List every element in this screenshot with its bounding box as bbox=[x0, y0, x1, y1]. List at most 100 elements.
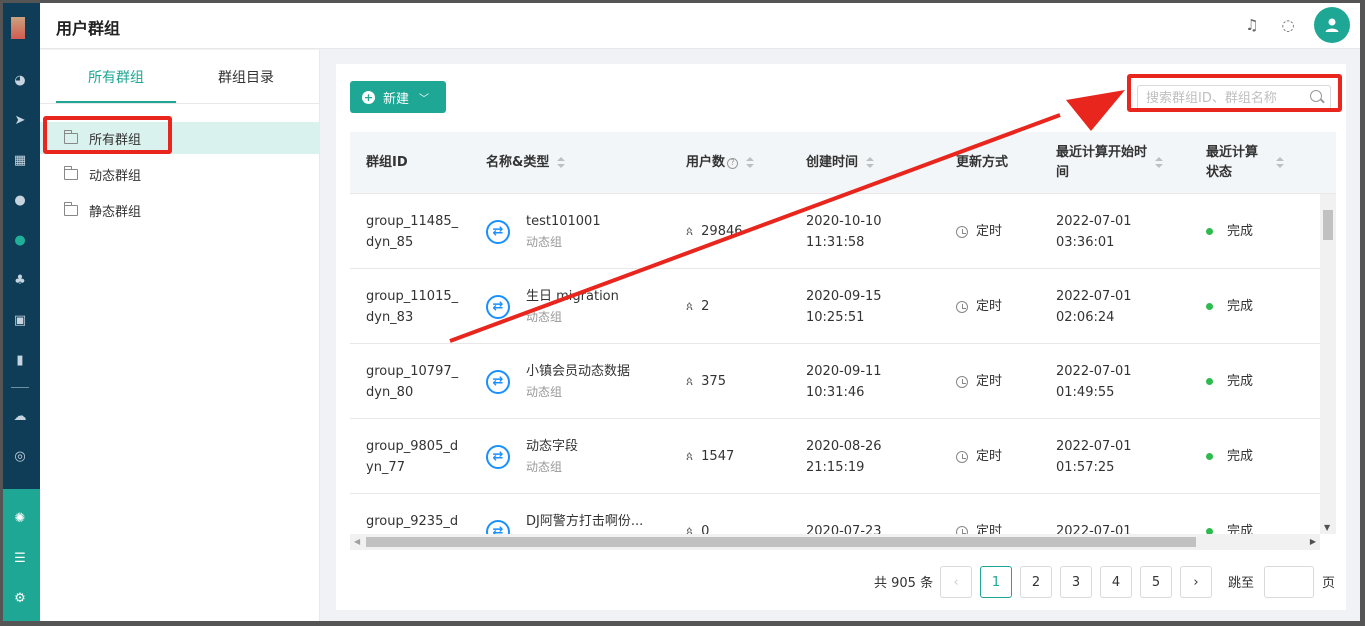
new-button-label: 新建 bbox=[383, 91, 410, 107]
cell-name-type[interactable]: test101001 动态组 bbox=[486, 194, 601, 269]
page-2-button[interactable]: 2 bbox=[1020, 566, 1052, 598]
cell-group-id: group_11015_ dyn_83 bbox=[366, 288, 459, 325]
page-4-button[interactable]: 4 bbox=[1100, 566, 1132, 598]
cell-status: 完成 bbox=[1206, 344, 1253, 419]
col-header-user-count[interactable]: 用户数 ? bbox=[686, 132, 755, 194]
sort-icon[interactable] bbox=[557, 157, 566, 169]
users-icon: ጰ bbox=[686, 224, 694, 238]
cluster-icon[interactable]: ♣ bbox=[11, 271, 29, 289]
tree-item-label: 动态群组 bbox=[89, 168, 142, 184]
clock-icon bbox=[956, 225, 968, 238]
page-title: 用户群组 bbox=[56, 19, 121, 38]
group-name[interactable]: 生日 migration bbox=[526, 287, 619, 307]
col-header-update-mode[interactable]: 更新方式 bbox=[956, 132, 1008, 194]
server-icon[interactable]: ☰ bbox=[11, 549, 29, 567]
bookmark-icon[interactable]: ▣ bbox=[11, 311, 29, 329]
page-5-button[interactable]: 5 bbox=[1140, 566, 1172, 598]
plus-icon: + bbox=[362, 90, 375, 104]
cell-group-id: group_9805_d yn_77 bbox=[366, 438, 459, 475]
new-group-button[interactable]: + 新建 ﹀ bbox=[350, 81, 446, 113]
status-value: 完成 bbox=[1227, 299, 1254, 314]
folder-icon bbox=[64, 165, 78, 180]
group-name[interactable]: DJ阿警方打击啊份... bbox=[526, 512, 643, 532]
scroll-right-icon[interactable]: ▶ bbox=[1310, 537, 1316, 546]
target-icon[interactable]: ◎ bbox=[11, 447, 29, 465]
top-header: 用户群组 ♫ ◌ bbox=[40, 3, 1360, 49]
users-icon: ጰ bbox=[686, 449, 694, 463]
tab-group-directory[interactable]: 群组目录 bbox=[186, 50, 306, 104]
cell-name-type[interactable]: 生日 migration 动态组 bbox=[486, 269, 619, 344]
col-header-group-id[interactable]: 群组ID bbox=[366, 132, 408, 194]
avatar[interactable] bbox=[1314, 7, 1350, 43]
page-suffix: 页 bbox=[1322, 576, 1336, 591]
dynamic-sync-icon bbox=[486, 219, 510, 244]
bar-chart-icon[interactable]: ▮ bbox=[11, 351, 29, 369]
dashboard-icon[interactable]: ◕ bbox=[11, 71, 29, 89]
page-jump-field[interactable] bbox=[1264, 566, 1314, 598]
status-value: 完成 bbox=[1227, 224, 1254, 239]
cell-group-id: group_10797_ dyn_80 bbox=[366, 363, 459, 400]
col-header-last-calc-status[interactable]: 最近计算 状态 bbox=[1206, 132, 1296, 194]
scroll-down-icon[interactable]: ▼ bbox=[1324, 523, 1330, 532]
tab-all-groups[interactable]: 所有群组 bbox=[56, 50, 176, 104]
table-row[interactable]: group_11015_ dyn_83 生日 migration 动态组 ጰ 2… bbox=[350, 269, 1320, 344]
cell-status: 完成 bbox=[1206, 194, 1253, 269]
horizontal-scrollbar[interactable]: ◀ ▶ bbox=[350, 534, 1320, 550]
cell-name-type[interactable]: 动态字段 动态组 bbox=[486, 419, 578, 494]
tree-item-label: 静态群组 bbox=[89, 204, 142, 220]
tree-item-dynamic-groups[interactable]: 动态群组 bbox=[40, 158, 320, 190]
group-name[interactable]: 小镇会员动态数据 bbox=[526, 362, 630, 382]
gear-icon[interactable]: ⚙ bbox=[11, 589, 29, 607]
table-row[interactable]: group_11485_ dyn_85 test101001 动态组 ጰ 298… bbox=[350, 194, 1320, 269]
scroll-left-icon[interactable]: ◀ bbox=[354, 537, 360, 546]
cell-name-type[interactable]: 小镇会员动态数据 动态组 bbox=[486, 344, 630, 419]
table-row[interactable]: group_10797_ dyn_80 小镇会员动态数据 动态组 ጰ 375 2… bbox=[350, 344, 1320, 419]
layout-icon[interactable]: ▦ bbox=[11, 151, 29, 169]
col-header-created[interactable]: 创建时间 bbox=[806, 132, 875, 194]
update-mode-value: 定时 bbox=[976, 299, 1003, 314]
col-header-label: 最近计算 状态 bbox=[1206, 145, 1259, 180]
network-icon[interactable]: ✺ bbox=[11, 509, 29, 527]
users-icon: ጰ bbox=[686, 299, 694, 313]
sort-icon[interactable] bbox=[1276, 157, 1285, 169]
status-value: 完成 bbox=[1227, 449, 1254, 464]
group-type: 动态组 bbox=[526, 459, 563, 474]
pagination-total: 共 905 条 bbox=[874, 576, 934, 591]
clock-icon bbox=[956, 375, 968, 388]
status-dot-icon bbox=[1206, 303, 1213, 310]
user-count-value: 375 bbox=[701, 374, 726, 389]
page-1-button[interactable]: 1 bbox=[980, 566, 1012, 598]
cell-status: 完成 bbox=[1206, 269, 1253, 344]
vertical-scroll-thumb[interactable] bbox=[1323, 210, 1333, 240]
vertical-scrollbar[interactable]: ▼ bbox=[1320, 194, 1336, 534]
col-header-label: 群组ID bbox=[366, 155, 408, 170]
col-header-label: 更新方式 bbox=[956, 155, 1009, 170]
bell-icon[interactable]: ♫ bbox=[1242, 15, 1262, 35]
user-count-value: 29846 bbox=[701, 224, 743, 239]
user-icon[interactable]: ● bbox=[11, 191, 29, 209]
table-row[interactable]: group_9805_d yn_77 动态字段 动态组 ጰ 1547 2020-… bbox=[350, 419, 1320, 494]
send-icon[interactable]: ➤ bbox=[11, 111, 29, 129]
horizontal-scroll-thumb[interactable] bbox=[366, 537, 1196, 547]
help-icon[interactable]: ? bbox=[727, 157, 739, 169]
group-name[interactable]: 动态字段 bbox=[526, 437, 578, 457]
col-header-last-calc-start[interactable]: 最近计算开始时 间 bbox=[1056, 132, 1166, 194]
cell-update-mode: 定时 bbox=[956, 194, 1002, 269]
sort-icon[interactable] bbox=[866, 157, 875, 169]
page-jump-input[interactable] bbox=[1265, 567, 1313, 597]
wechat-icon[interactable]: ☁ bbox=[11, 407, 29, 425]
user-group-icon[interactable]: ● bbox=[11, 231, 29, 249]
dynamic-sync-icon bbox=[486, 369, 510, 394]
sort-icon[interactable] bbox=[1155, 157, 1164, 169]
prev-page-button[interactable]: ‹ bbox=[940, 566, 972, 598]
next-page-button[interactable]: › bbox=[1180, 566, 1212, 598]
group-name[interactable]: test101001 bbox=[526, 212, 601, 232]
jump-label: 跳至 bbox=[1228, 576, 1255, 591]
chat-icon[interactable]: ◌ bbox=[1278, 15, 1298, 35]
col-header-label: 用户数 bbox=[686, 155, 726, 170]
tree-item-static-groups[interactable]: 静态群组 bbox=[40, 194, 320, 226]
page-3-button[interactable]: 3 bbox=[1060, 566, 1092, 598]
col-header-name-type[interactable]: 名称&类型 bbox=[486, 132, 566, 194]
sort-icon[interactable] bbox=[746, 157, 755, 169]
group-table: 群组ID 名称&类型 用户数 ? 创建时间 更新方式 最近计算开始时 间 最近计… bbox=[350, 132, 1336, 550]
